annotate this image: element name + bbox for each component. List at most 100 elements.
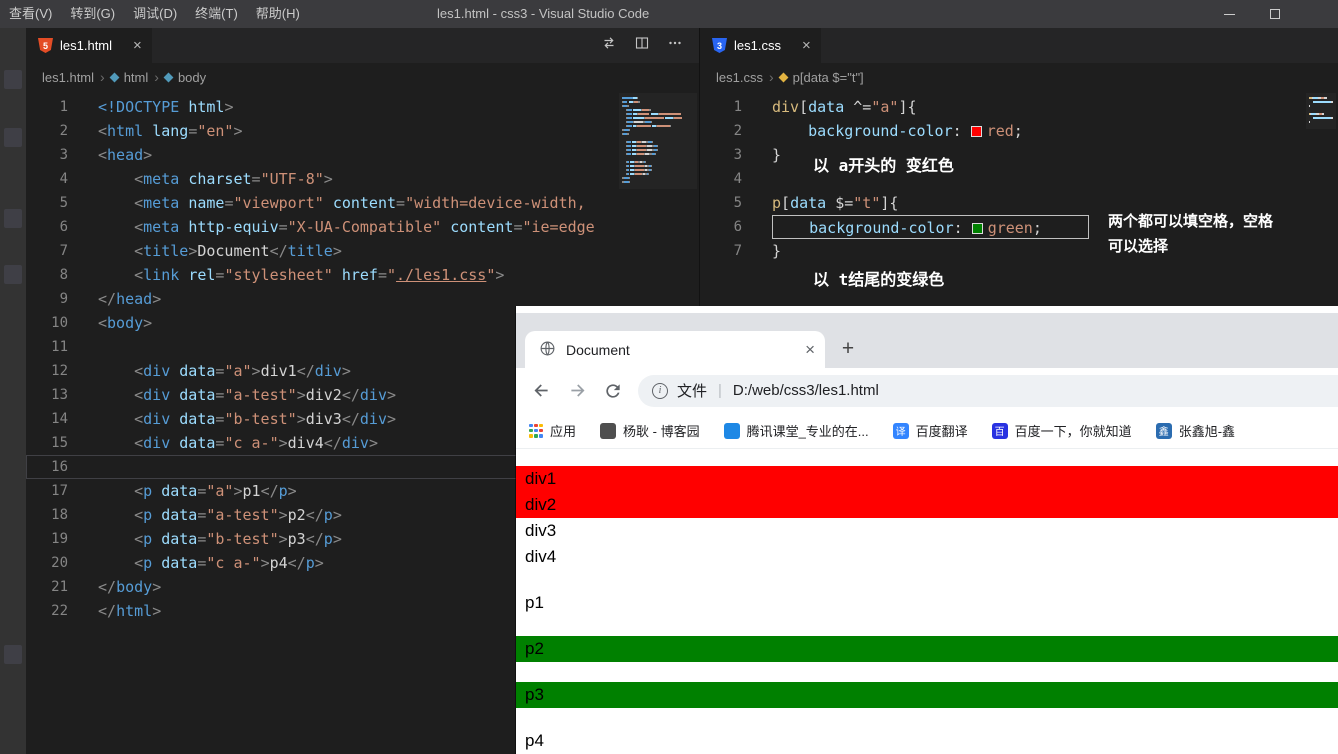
line-number: 16 [51, 459, 68, 475]
menu-bar: 查看(V) 转到(G) 调试(D) 终端(T) 帮助(H) [0, 0, 309, 28]
browser-toolbar: i 文件 | D:/web/css3/les1.html [516, 368, 1338, 413]
back-button[interactable] [526, 376, 556, 406]
globe-favicon-icon [539, 340, 556, 360]
close-tab-icon[interactable]: × [133, 38, 142, 53]
code-line-2[interactable]: 2 <html lang="en"> [26, 119, 699, 143]
bookmark-apps[interactable]: 应用 [529, 421, 576, 440]
menu-item[interactable]: 终端(T) [186, 0, 247, 28]
code-line-6[interactable]: 6 <meta http-equiv="X-UA-Compatible" con… [26, 215, 699, 239]
bookmark-label: 百度翻译 [915, 424, 968, 439]
window-title: les1.html - css3 - Visual Studio Code [437, 6, 650, 21]
activity-item[interactable] [4, 265, 22, 284]
line-number: 18 [51, 507, 68, 523]
more-actions-icon[interactable] [667, 35, 683, 56]
line-number: 7 [59, 243, 68, 259]
line-number: 5 [59, 195, 68, 211]
code-line-4[interactable]: 4 <meta charset="UTF-8"> [26, 167, 699, 191]
browser-window-edge [516, 306, 1338, 313]
address-divider: | [718, 382, 722, 399]
maximize-button[interactable] [1252, 0, 1298, 28]
code-line-2[interactable]: 2 background-color: red; [700, 119, 1338, 143]
activity-item[interactable] [4, 209, 22, 228]
apps-grid-icon [529, 423, 543, 438]
code-line-7[interactable]: 7} [700, 239, 1338, 263]
tab-les1-html[interactable]: 5 les1.html × [26, 28, 152, 63]
browser-tab-strip: Document × + [516, 313, 1338, 368]
bookmark-baidu[interactable]: 百百度一下，你就知道 [991, 421, 1132, 440]
breadcrumb-item-file[interactable]: les1.html [42, 70, 94, 85]
bookmark-zhangxinxu[interactable]: 鑫张鑫旭-鑫 [1155, 421, 1236, 440]
code-line-3[interactable]: 3} [700, 143, 1338, 167]
forward-button[interactable] [562, 376, 592, 406]
line-number: 9 [59, 291, 68, 307]
layout-toggle-icon[interactable] [601, 35, 617, 56]
minimize-button[interactable] [1206, 0, 1252, 28]
close-tab-icon[interactable]: × [805, 341, 815, 358]
menu-item[interactable]: 调试(D) [124, 0, 186, 28]
bookmark-label: 应用 [550, 424, 577, 439]
page-p1: p1 [525, 593, 544, 612]
breadcrumb-separator: › [768, 69, 774, 85]
line-number: 21 [51, 579, 68, 595]
selector-symbol-icon [778, 72, 789, 82]
breadcrumb-item-body[interactable]: body [178, 70, 206, 85]
bookmark-yanggeng-blog[interactable]: 杨耿 - 博客园 [600, 421, 700, 440]
symbol-icon [109, 72, 120, 82]
line-number: 11 [51, 339, 68, 355]
minimap[interactable] [619, 93, 697, 189]
line-number: 7 [733, 243, 742, 259]
page-div3: div3 [525, 521, 557, 540]
tab-les1-css[interactable]: 3 les1.css × [700, 28, 821, 63]
code-line-7[interactable]: 7 <title>Document</title> [26, 239, 699, 263]
menu-item[interactable]: 转到(G) [61, 0, 124, 28]
bookmark-label: 张鑫旭-鑫 [1178, 424, 1236, 439]
breadcrumb-item-html[interactable]: html [124, 70, 149, 85]
code-line-5[interactable]: 5 <meta name="viewport" content="width=d… [26, 191, 699, 215]
address-bar[interactable]: i 文件 | D:/web/css3/les1.html [638, 374, 1338, 407]
line-number: 4 [733, 171, 742, 187]
close-tab-icon[interactable]: × [802, 38, 811, 53]
bookmark-label: 杨耿 - 博客园 [623, 424, 700, 439]
activity-bar [0, 28, 26, 754]
activity-item[interactable] [4, 645, 22, 664]
code-line-3[interactable]: 3 <head> [26, 143, 699, 167]
refresh-button[interactable] [598, 376, 628, 406]
breadcrumb-separator: › [154, 69, 159, 85]
code-line-4[interactable]: 4 [700, 167, 1338, 191]
color-swatch[interactable] [971, 223, 983, 234]
page-div4: div4 [525, 547, 557, 566]
code-line-1[interactable]: 1 div[data ^="a"]{ [700, 95, 1338, 119]
bookmark-tencent-classroom[interactable]: 腾讯课堂_专业的在... [723, 421, 869, 440]
page-div2: div2 [516, 492, 1338, 518]
editor-actions [601, 28, 699, 63]
new-tab-button[interactable]: + [833, 333, 863, 365]
line-number: 12 [51, 363, 68, 379]
breadcrumb-item-file[interactable]: les1.css [716, 70, 763, 85]
breadcrumb-separator: › [100, 69, 105, 85]
line-number: 6 [59, 219, 68, 235]
breadcrumb-item-selector[interactable]: p[data $="t"] [793, 70, 864, 85]
breadcrumb: les1.css › p[data $="t"] [700, 63, 1338, 91]
annotation-green-note: 以 t结尾的变绿色 [813, 270, 945, 289]
color-swatch[interactable] [970, 126, 982, 137]
page-p2: p2 [516, 636, 1338, 662]
annotation-red-note: 以 a开头的 变红色 [813, 156, 954, 175]
line-number: 3 [59, 147, 68, 163]
line-number: 8 [59, 267, 68, 283]
bookmark-baidu-translate[interactable]: 译百度翻译 [892, 421, 968, 440]
blog-favicon [600, 422, 617, 439]
line-number: 22 [51, 603, 68, 619]
menu-item[interactable]: 查看(V) [0, 0, 61, 28]
split-editor-icon[interactable] [634, 35, 650, 56]
browser-tab-document[interactable]: Document × [525, 331, 825, 368]
minimap[interactable] [1306, 93, 1336, 129]
address-url: D:/web/css3/les1.html [732, 382, 879, 399]
activity-item[interactable] [4, 128, 22, 147]
page-info-icon[interactable]: i [652, 382, 668, 399]
menu-item[interactable]: 帮助(H) [247, 0, 309, 28]
symbol-icon [163, 72, 174, 82]
code-line-8[interactable]: 8 <link rel="stylesheet" href="./les1.cs… [26, 263, 699, 287]
code-line-1[interactable]: 1 <!DOCTYPE html> [26, 95, 699, 119]
rendered-page: div1 div2 div3 div4 p1 p2 p3 p4 [516, 449, 1338, 754]
activity-item[interactable] [4, 70, 22, 89]
